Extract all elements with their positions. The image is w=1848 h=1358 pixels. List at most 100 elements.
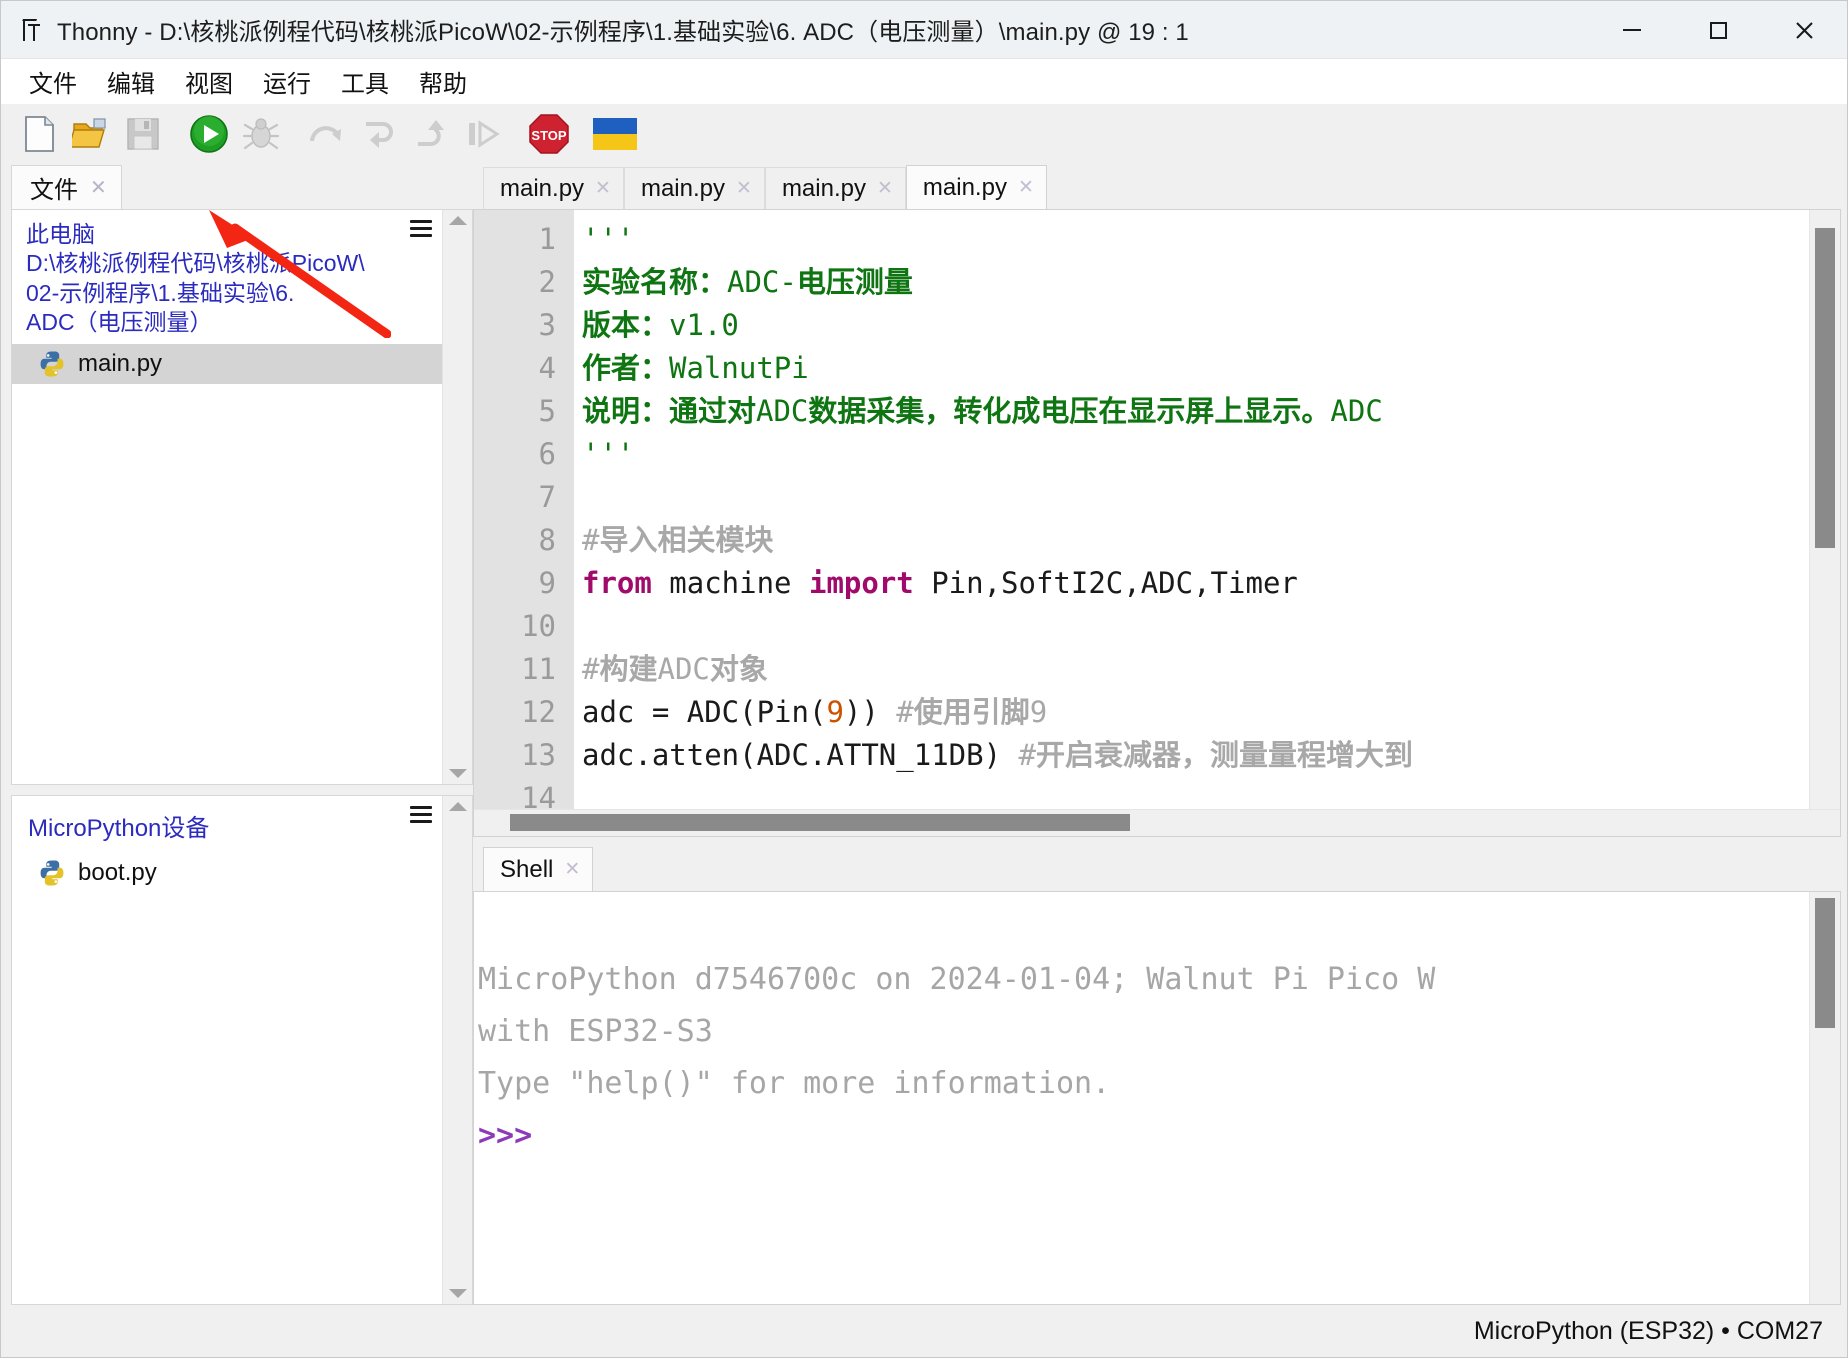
new-file-icon — [25, 115, 54, 152]
files-tree[interactable]: 此电脑 D:\核桃派例程代码\核桃派PicoW\ 02-示例程序\1.基础实验\… — [12, 210, 442, 784]
editor-horizontal-scrollbar[interactable] — [474, 809, 1840, 836]
tab-main-py-2[interactable]: main.py ✕ — [623, 167, 765, 209]
open-folder-icon — [72, 117, 106, 148]
open-file-button[interactable] — [67, 111, 115, 157]
code-token: # — [582, 523, 600, 557]
tab-close-icon[interactable]: ✕ — [1018, 178, 1034, 197]
title-bar: Thonny - D:\核桃派例程代码\核桃派PicoW\02-示例程序\1.基… — [1, 1, 1847, 59]
scroll-up-icon[interactable] — [448, 802, 467, 811]
save-icon — [127, 117, 159, 150]
interpreter-status[interactable]: MicroPython (ESP32) • COM27 — [1474, 1317, 1823, 1346]
tab-files[interactable]: 文件 ✕ — [11, 165, 122, 209]
breadcrumb-path-line-1: D:\核桃派例程代码\核桃派PicoW\ — [26, 250, 365, 277]
code-line: ''' — [582, 433, 1809, 476]
code-token: WalnutPi — [669, 351, 809, 385]
tab-main-py-4[interactable]: main.py ✕ — [905, 165, 1047, 209]
step-into-icon — [366, 121, 393, 148]
minimize-button[interactable] — [1589, 1, 1675, 59]
window-title: Thonny - D:\核桃派例程代码\核桃派PicoW\02-示例程序\1.基… — [57, 19, 1189, 46]
shell-vscroll-thumb[interactable] — [1815, 898, 1835, 1028]
code-token: 9 — [826, 695, 844, 729]
code-token: ADC — [657, 652, 710, 686]
list-item-label: main.py — [78, 349, 163, 377]
resume-button[interactable] — [459, 111, 507, 157]
device-pane: MicroPython设备 boot.py — [11, 795, 473, 1305]
scroll-down-icon[interactable] — [448, 769, 467, 778]
device-tree[interactable]: MicroPython设备 boot.py — [12, 796, 442, 1304]
tab-shell-close-icon[interactable]: ✕ — [564, 860, 580, 879]
menu-edit[interactable]: 编辑 — [95, 62, 167, 101]
step-out-icon — [418, 119, 444, 146]
tab-main-py-3[interactable]: main.py ✕ — [764, 167, 906, 209]
hamburger-icon[interactable] — [410, 806, 432, 823]
debug-button[interactable] — [237, 111, 285, 157]
close-button[interactable] — [1761, 1, 1847, 59]
files-pane-scrollbar[interactable] — [442, 210, 472, 784]
editor-hscroll-thumb[interactable] — [510, 814, 1130, 831]
list-item[interactable]: main.py — [12, 343, 442, 384]
shell-panel: Shell ✕ MicroPython d7546700c on 2024-01… — [473, 845, 1841, 1305]
tab-shell[interactable]: Shell ✕ — [483, 847, 594, 891]
code-token: # — [896, 695, 914, 729]
step-into-button[interactable] — [355, 111, 403, 157]
line-number: 11 — [521, 652, 556, 686]
line-number: 13 — [521, 738, 556, 772]
menu-view[interactable]: 视图 — [173, 62, 245, 101]
menu-run[interactable]: 运行 — [251, 62, 323, 101]
hamburger-icon[interactable] — [410, 220, 432, 237]
line-number: 5 — [538, 394, 556, 428]
list-item[interactable]: boot.py — [12, 853, 442, 893]
tab-close-icon[interactable]: ✕ — [595, 179, 611, 198]
code-token: ''' — [582, 222, 635, 256]
run-button[interactable] — [185, 111, 233, 157]
code-text-area[interactable]: ''' 实验名称：ADC-电压测量 版本：v1.0 作者：WalnutPi 说明：通过对… — [574, 210, 1809, 809]
maximize-button[interactable] — [1675, 1, 1761, 59]
code-line: 实验名称：ADC-电压测量 — [582, 261, 1809, 304]
run-icon — [190, 114, 228, 153]
scroll-up-icon[interactable] — [448, 216, 467, 225]
tab-close-icon[interactable]: ✕ — [877, 179, 893, 198]
shell-vertical-scrollbar[interactable] — [1809, 892, 1840, 1304]
tab-files-close-icon[interactable]: ✕ — [90, 178, 107, 198]
scroll-down-icon[interactable] — [448, 1289, 467, 1298]
window-controls — [1589, 1, 1847, 59]
code-token: 版本： — [582, 308, 670, 342]
menu-file[interactable]: 文件 — [17, 62, 89, 101]
ukraine-flag-button[interactable] — [591, 111, 639, 157]
menu-help[interactable]: 帮助 — [407, 62, 479, 101]
tab-main-py-1[interactable]: main.py ✕ — [483, 167, 624, 209]
code-token: # — [582, 652, 600, 686]
save-button[interactable] — [119, 111, 167, 157]
device-pane-scrollbar[interactable] — [442, 796, 472, 1304]
code-token: 导入相关模块 — [599, 523, 774, 557]
shell-prompt[interactable]: >>> — [478, 1110, 1809, 1162]
files-pane-tabstrip: 文件 ✕ — [11, 163, 473, 209]
code-token: 9 — [1029, 695, 1048, 729]
step-over-button[interactable] — [303, 111, 351, 157]
device-pane-body: MicroPython设备 boot.py — [11, 795, 473, 1305]
code-token: 电压测量 — [796, 265, 913, 299]
main-area: 文件 ✕ 此电脑 D:\核桃派例程代码\核桃派PicoW\ 02-示例程序\1.… — [1, 163, 1847, 1305]
tab-close-icon[interactable]: ✕ — [736, 179, 752, 198]
line-number: 9 — [538, 566, 556, 600]
shell-line: with ESP32-S3 — [478, 1014, 713, 1049]
code-token: import — [808, 566, 914, 600]
editor-vertical-scrollbar[interactable] — [1809, 210, 1840, 809]
editor-vscroll-thumb[interactable] — [1815, 228, 1835, 548]
files-pane-body: 此电脑 D:\核桃派例程代码\核桃派PicoW\ 02-示例程序\1.基础实验\… — [11, 209, 473, 785]
pane-divider[interactable] — [11, 785, 473, 795]
stop-button[interactable]: STOP — [525, 111, 573, 157]
line-number: 6 — [538, 437, 556, 471]
breadcrumb[interactable]: 此电脑 D:\核桃派例程代码\核桃派PicoW\ 02-示例程序\1.基础实验\… — [12, 210, 442, 344]
code-token: Pin,SoftI2C,ADC,Timer — [913, 566, 1298, 600]
line-number: 2 — [538, 265, 556, 299]
shell-output[interactable]: MicroPython d7546700c on 2024-01-04; Wal… — [474, 892, 1809, 1304]
new-file-button[interactable] — [15, 111, 63, 157]
shell-line: Type "help()" for more information. — [478, 1066, 1111, 1101]
tab-shell-label: Shell — [500, 855, 554, 883]
step-out-button[interactable] — [407, 111, 455, 157]
line-number: 10 — [521, 609, 556, 643]
menu-tools[interactable]: 工具 — [329, 62, 401, 101]
